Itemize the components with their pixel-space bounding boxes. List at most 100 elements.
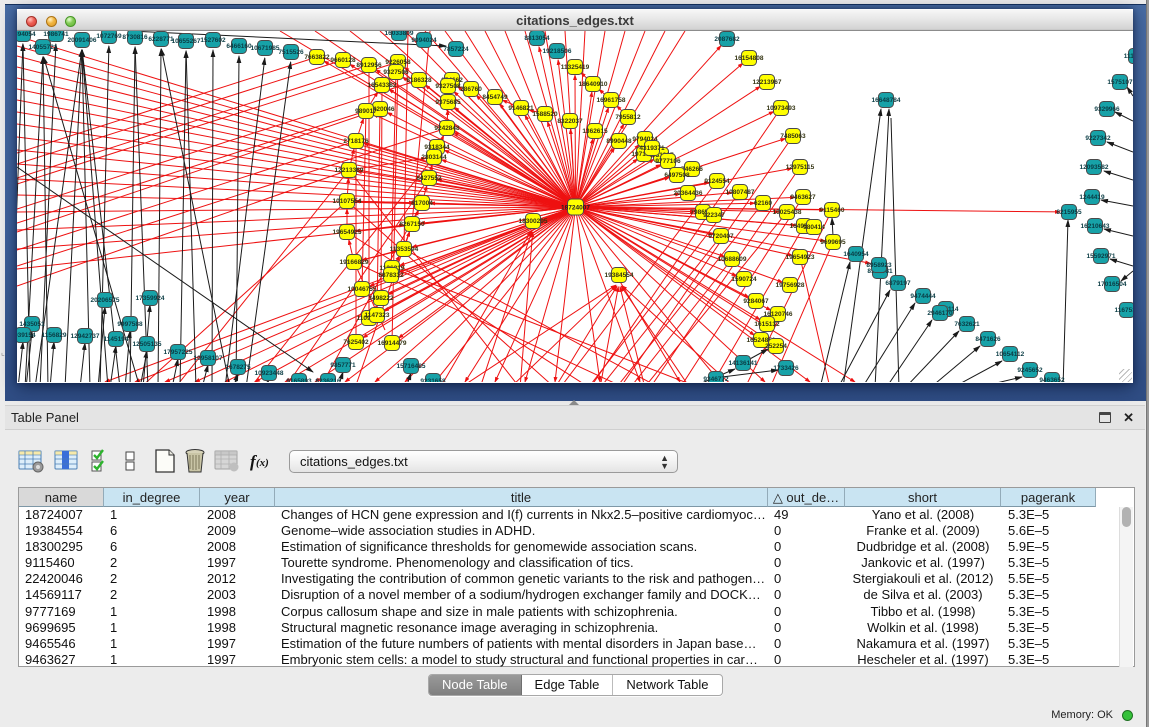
svg-text:7485063: 7485063: [780, 133, 806, 140]
svg-text:20364436: 20364436: [674, 190, 703, 197]
svg-text:9463627: 9463627: [790, 194, 816, 201]
svg-text:1939154: 1939154: [17, 332, 36, 339]
svg-text:17957225: 17957225: [164, 349, 193, 356]
svg-text:9720407: 9720407: [708, 233, 734, 240]
svg-text:8958923: 8958923: [866, 262, 892, 269]
svg-text:8267150: 8267150: [399, 221, 425, 228]
svg-text:2803144: 2803144: [421, 154, 447, 161]
svg-text:6466160: 6466160: [226, 43, 252, 50]
svg-text:2718176: 2718176: [343, 138, 369, 145]
svg-text:12213967: 12213967: [753, 79, 782, 86]
svg-text:9375685: 9375685: [435, 99, 461, 106]
svg-text:252254: 252254: [765, 343, 787, 350]
svg-text:18640910: 18640910: [579, 81, 608, 88]
svg-text:11325419: 11325419: [561, 64, 590, 71]
svg-text:16914479: 16914479: [378, 340, 407, 347]
svg-text:2946170: 2946170: [927, 310, 953, 317]
svg-text:20091406: 20091406: [68, 37, 97, 44]
svg-text:817004: 817004: [411, 200, 433, 207]
svg-text:17016504: 17016504: [1098, 281, 1127, 288]
svg-text:1986741: 1986741: [43, 31, 69, 38]
svg-text:9227342: 9227342: [1085, 135, 1111, 142]
svg-text:8912956: 8912956: [356, 62, 382, 69]
svg-text:19756928: 19756928: [776, 282, 805, 289]
svg-text:8813054: 8813054: [524, 35, 550, 42]
svg-text:1394054: 1394054: [17, 31, 36, 38]
svg-text:8186328: 8186328: [406, 77, 432, 84]
svg-text:9231658: 9231658: [420, 378, 446, 382]
svg-text:10688609: 10688609: [718, 256, 747, 263]
svg-text:9327506: 9327506: [383, 69, 409, 76]
svg-text:1575107: 1575107: [1107, 79, 1133, 86]
svg-text:9245652: 9245652: [1017, 367, 1043, 374]
svg-text:980414: 980414: [803, 224, 825, 231]
svg-text:14136141: 14136141: [729, 360, 758, 367]
svg-text:16648784: 16648784: [872, 97, 901, 104]
svg-text:19166829: 19166829: [340, 259, 369, 266]
svg-text:20206575: 20206575: [91, 297, 120, 304]
svg-text:7632621: 7632621: [954, 321, 980, 328]
svg-text:7625402: 7625402: [343, 339, 369, 346]
svg-text:8215955: 8215955: [1056, 209, 1082, 216]
svg-text:8236216: 8236216: [315, 378, 341, 382]
svg-text:10671985: 10671985: [251, 45, 280, 52]
svg-text:15592971: 15592971: [1087, 253, 1116, 260]
svg-text:16543382: 16543382: [368, 82, 397, 89]
svg-text:922347: 922347: [703, 212, 725, 219]
svg-text:1588520: 1588520: [532, 111, 558, 118]
svg-text:1117205: 1117205: [1124, 53, 1133, 60]
svg-text:10655267: 10655267: [172, 38, 201, 45]
svg-text:1640954: 1640954: [843, 251, 869, 258]
svg-text:18300295: 18300295: [519, 218, 548, 225]
svg-text:4319371: 4319371: [639, 145, 665, 152]
svg-text:16210643: 16210643: [1081, 223, 1110, 230]
svg-text:1145194: 1145194: [104, 336, 129, 343]
svg-text:9146821: 9146821: [508, 105, 534, 112]
svg-text:19654923: 19654923: [786, 254, 815, 261]
svg-text:15716485: 15716485: [397, 363, 426, 370]
svg-text:1615132: 1615132: [754, 321, 780, 328]
svg-text:9463652: 9463652: [1039, 377, 1065, 382]
svg-text:10107554: 10107554: [333, 198, 362, 205]
svg-text:1678275: 1678275: [225, 364, 251, 371]
svg-text:17359924: 17359924: [136, 295, 165, 302]
svg-text:1733426: 1733426: [773, 365, 799, 372]
svg-text:10923448: 10923448: [255, 370, 284, 377]
svg-text:8990448: 8990448: [606, 138, 632, 145]
svg-text:9346772: 9346772: [703, 376, 729, 382]
svg-text:19654925: 19654925: [333, 229, 362, 236]
svg-text:9857771: 9857771: [330, 362, 356, 369]
svg-text:10025438: 10025438: [773, 209, 802, 216]
svg-text:7515526: 7515526: [278, 49, 304, 56]
svg-text:19218506: 19218506: [543, 48, 572, 55]
svg-text:12093582: 12093582: [1080, 164, 1109, 171]
svg-text:16961758: 16961758: [597, 97, 626, 104]
svg-text:8471626: 8471626: [975, 336, 1001, 343]
svg-text:10973493: 10973493: [767, 105, 796, 112]
svg-text:11353594: 11353594: [390, 246, 419, 253]
svg-text:7663822: 7663822: [304, 54, 330, 61]
svg-text:8427552: 8427552: [416, 175, 442, 182]
svg-text:10046755: 10046755: [348, 286, 377, 293]
svg-text:7857224: 7857224: [443, 46, 469, 53]
svg-text:(x): (x): [256, 457, 269, 469]
svg-text:1072769: 1072769: [96, 33, 122, 40]
svg-text:14055721: 14055721: [29, 44, 58, 51]
svg-text:9327508: 9327508: [435, 83, 461, 90]
svg-text:62160: 62160: [754, 200, 772, 207]
svg-text:3498222: 3498222: [368, 295, 394, 302]
svg-text:12975115: 12975115: [786, 164, 815, 171]
svg-text:7955812: 7955812: [615, 114, 641, 121]
svg-text:10654112: 10654112: [996, 351, 1025, 358]
svg-text:9124554: 9124554: [704, 178, 730, 185]
svg-text:10807487: 10807487: [726, 189, 755, 196]
svg-text:1244419: 1244419: [1079, 194, 1105, 201]
svg-text:1527602: 1527602: [200, 37, 226, 44]
svg-text:8454749: 8454749: [482, 94, 508, 101]
svg-text:9094024: 9094024: [411, 37, 437, 44]
svg-text:9242848: 9242848: [434, 125, 460, 132]
svg-text:10958107: 10958107: [194, 355, 223, 362]
svg-text:6497508: 6497508: [664, 172, 690, 179]
svg-text:9777106: 9777106: [655, 158, 681, 165]
svg-text:6228771: 6228771: [148, 36, 174, 43]
